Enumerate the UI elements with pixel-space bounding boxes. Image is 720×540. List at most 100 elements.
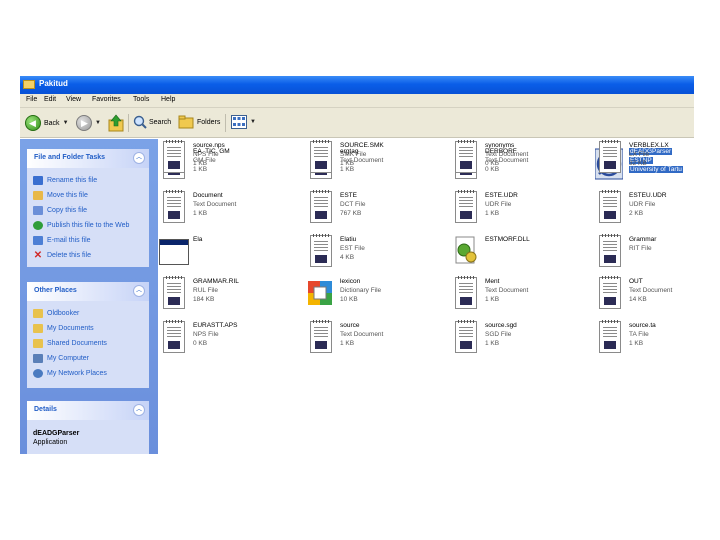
place-shared-documents[interactable]: Shared Documents [33, 339, 107, 348]
file-item[interactable]: Ment Text Document 1 KB [451, 275, 591, 313]
file-name: ESTMORF.DLL [485, 236, 530, 243]
task-copy[interactable]: Copy this file [33, 206, 87, 215]
file-item[interactable]: source.ta TA File 1 KB [595, 319, 694, 357]
panel-header[interactable]: Other Places ︿ [27, 282, 149, 301]
file-size: 32 KB [629, 160, 647, 167]
file-size: 1 KB [485, 210, 500, 217]
file-item[interactable]: Grammar RIT File [595, 233, 694, 271]
task-rename[interactable]: Rename this file [33, 176, 97, 185]
file-size: 1 KB [193, 210, 208, 217]
document-icon [306, 190, 334, 225]
place-label: My Computer [47, 355, 90, 362]
file-item[interactable]: Document Text Document 1 KB [159, 189, 299, 227]
menu-favorites[interactable]: Favorites [92, 96, 121, 103]
file-item[interactable]: ESTE.UDR UDR File 1 KB [451, 189, 591, 227]
copy-icon [33, 206, 43, 215]
file-type: LX File [629, 151, 650, 158]
task-publish[interactable]: Publish this file to the Web [33, 221, 129, 230]
file-item[interactable]: GRAMMAR.RIL RUL File 184 KB [159, 275, 299, 313]
views-icon [231, 115, 247, 129]
task-delete[interactable]: ✕ Delete this file [33, 251, 91, 261]
file-type: RIT File [629, 245, 652, 252]
menu-edit[interactable]: Edit [44, 96, 56, 103]
collapse-icon[interactable]: ︿ [133, 152, 145, 164]
file-type: Dictionary File [340, 287, 382, 294]
text-document-icon [306, 320, 334, 355]
back-label: Back [44, 119, 60, 127]
toolbar-separator [225, 114, 226, 132]
place-my-network-places[interactable]: My Network Places [33, 369, 107, 378]
document-icon [595, 190, 623, 225]
task-move[interactable]: Move this file [33, 191, 88, 200]
file-item[interactable]: source Text Document 1 KB [306, 319, 446, 357]
file-item[interactable]: ESTEU.UDR UDR File 2 KB [595, 189, 694, 227]
back-button[interactable]: Back ▼ [25, 115, 69, 131]
forward-arrow-icon [76, 115, 92, 131]
menu-tools[interactable]: Tools [133, 96, 149, 103]
file-item[interactable]: source.sgd SGD File 1 KB [451, 319, 591, 357]
place-my-documents[interactable]: My Documents [33, 324, 94, 333]
file-item[interactable]: Elatiu EST File 4 KB [306, 233, 446, 271]
task-label: Delete this file [47, 252, 91, 259]
file-name: ESTE [340, 192, 357, 199]
up-folder-button[interactable] [108, 114, 124, 132]
file-name: Grammar [629, 236, 657, 243]
file-item[interactable]: EURASTT.APS NPS File 0 KB [159, 319, 299, 357]
place-label: Oldbooker [47, 310, 80, 317]
file-item[interactable]: OUT Text Document 14 KB [595, 275, 694, 313]
file-item[interactable]: VERBLEX.LX LX File 32 KB [595, 139, 694, 177]
menu-view[interactable]: View [66, 96, 81, 103]
collapse-icon[interactable]: ︿ [133, 404, 145, 416]
menu-file[interactable]: File [26, 96, 37, 103]
file-item[interactable]: lexicon Dictionary File 10 KB [306, 275, 446, 313]
search-label: Search [149, 118, 172, 126]
place-oldbooker[interactable]: Oldbooker [33, 309, 79, 318]
file-name: VERBLEX.LX [629, 142, 669, 149]
file-item[interactable]: ESTE DCT File 767 KB [306, 189, 446, 227]
text-document-icon [595, 276, 623, 311]
file-name: Document [193, 192, 223, 199]
mail-icon [33, 236, 43, 245]
file-type: EST File [340, 245, 365, 252]
rename-icon [33, 176, 43, 185]
file-name: GRAMMAR.RIL [193, 278, 239, 285]
collapse-icon[interactable]: ︿ [133, 285, 145, 297]
office-icon [306, 277, 334, 311]
file-type: UDR File [629, 201, 656, 208]
file-size: 2 KB [629, 210, 644, 217]
views-button[interactable]: ▼ [231, 115, 256, 129]
panel-header[interactable]: File and Folder Tasks ︿ [27, 149, 149, 168]
file-item[interactable]: Ela [159, 233, 299, 271]
file-name: ESTE.UDR [485, 192, 518, 199]
up-folder-icon [108, 114, 124, 132]
place-my-computer[interactable]: My Computer [33, 354, 89, 363]
search-button[interactable]: Search [133, 115, 171, 129]
folders-button[interactable]: Folders [178, 115, 220, 129]
panel-title: File and Folder Tasks [34, 154, 106, 161]
file-type: Text Document [485, 287, 529, 294]
text-document-icon [159, 190, 187, 225]
file-name: SOURCE.SMK [340, 142, 384, 149]
toolbar-separator [128, 114, 129, 132]
file-type: NPS File [193, 151, 219, 158]
file-item[interactable]: ESTMORF.DLL [451, 233, 591, 271]
file-type: SMK File [340, 151, 367, 158]
file-type: RUL File [193, 287, 219, 294]
computer-icon [33, 354, 43, 363]
title-bar[interactable]: Pakitud [20, 76, 694, 94]
file-item[interactable]: synonyms Text Document 0 KB [451, 139, 591, 177]
file-item[interactable]: source.nps NPS File 1 KB [159, 139, 299, 177]
details-name: dEADGParser [33, 430, 80, 437]
document-icon [159, 276, 187, 311]
file-size: 1 KB [193, 160, 208, 167]
task-email[interactable]: E-mail this file [33, 236, 91, 245]
file-item[interactable]: SOURCE.SMK SMK File 1 KB [306, 139, 446, 177]
panel-header[interactable]: Details ︿ [27, 401, 149, 420]
file-size: 1 KB [485, 296, 500, 303]
menu-help[interactable]: Help [161, 96, 175, 103]
document-icon [306, 234, 334, 269]
file-size: 184 KB [193, 296, 215, 303]
panel-title: Details [34, 406, 57, 413]
file-name: source.ta [629, 322, 656, 329]
forward-button[interactable]: ▼ [76, 115, 101, 131]
